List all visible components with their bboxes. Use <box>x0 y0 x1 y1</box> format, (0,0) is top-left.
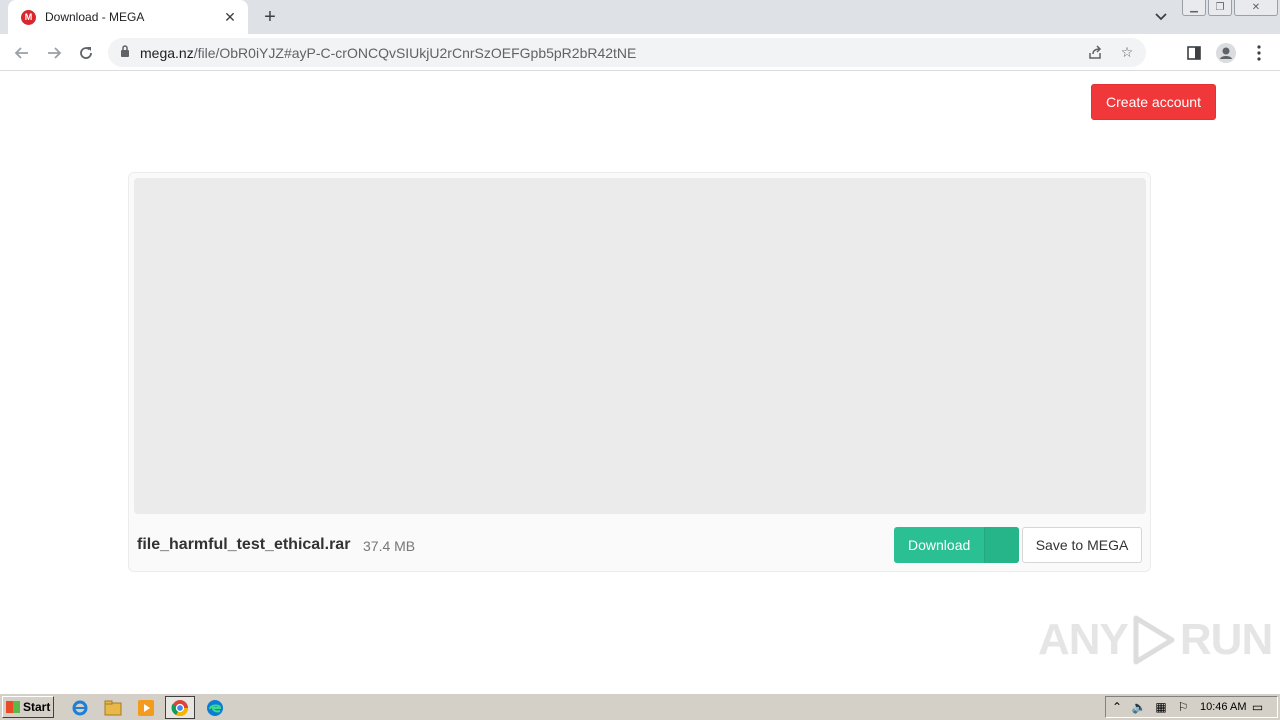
action-center-flag-icon[interactable]: ⚐ <box>1172 700 1194 714</box>
clock[interactable]: 10:46 AM <box>1200 701 1246 713</box>
address-bar[interactable]: mega.nz/file/ObR0iYJZ#ayP-C-crONCQvSIUkj… <box>108 38 1146 67</box>
windows-logo-icon <box>6 701 20 713</box>
side-panel-icon[interactable] <box>1181 40 1207 66</box>
lock-icon[interactable] <box>120 44 130 62</box>
tab-strip: M Download - MEGA ✕ + ▁ ❐ ✕ <box>0 0 1280 34</box>
save-to-mega-button[interactable]: Save to MEGA <box>1022 527 1142 563</box>
watermark-play-icon <box>1133 615 1175 665</box>
window-controls: ▁ ❐ ✕ <box>1182 0 1278 18</box>
chrome-taskbar-icon[interactable] <box>165 696 195 719</box>
file-preview-area <box>134 178 1146 514</box>
start-button[interactable]: Start <box>2 696 54 718</box>
forward-arrow-icon[interactable] <box>41 40 67 66</box>
network-icon[interactable]: ▦ <box>1150 700 1172 714</box>
window-close-icon[interactable]: ✕ <box>1234 0 1278 16</box>
url-host: mega.nz <box>140 44 194 61</box>
tab-title: Download - MEGA <box>45 10 145 24</box>
internet-explorer-icon[interactable] <box>70 698 90 718</box>
file-explorer-icon[interactable] <box>103 698 123 718</box>
minimize-icon[interactable]: ▁ <box>1182 0 1206 16</box>
create-account-button[interactable]: Create account <box>1091 84 1216 120</box>
bookmark-star-icon[interactable]: ☆ <box>1118 43 1136 61</box>
file-size: 37.4 MB <box>363 538 416 554</box>
file-card: file_harmful_test_ethical.rar 37.4 MB Do… <box>128 172 1151 572</box>
reload-icon[interactable] <box>73 40 99 66</box>
edge-icon[interactable] <box>205 698 225 718</box>
show-desktop-icon[interactable]: ▭ <box>1246 700 1268 714</box>
download-button[interactable]: Download <box>894 527 1019 563</box>
system-tray: ⌃ 🔈 ▦ ⚐ 10:46 AM ▭ <box>1105 696 1278 718</box>
menu-kebab-icon[interactable] <box>1246 40 1272 66</box>
back-arrow-icon[interactable] <box>9 40 35 66</box>
watermark-left-text: ANY <box>1038 615 1129 664</box>
watermark-right-text: RUN <box>1179 615 1273 664</box>
tab-mega-download[interactable]: M Download - MEGA ✕ <box>8 0 248 34</box>
taskbar: Start ⌃ 🔈 ▦ ⚐ 10:46 AM ▭ <box>0 693 1280 720</box>
download-label: Download <box>908 537 971 553</box>
anyrun-watermark: ANY RUN <box>1038 610 1273 670</box>
download-options-toggle[interactable] <box>984 527 1019 563</box>
volume-icon[interactable]: 🔈 <box>1128 700 1150 714</box>
browser-toolbar: mega.nz/file/ObR0iYJZ#ayP-C-crONCQvSIUkj… <box>0 34 1280 71</box>
tab-search-chevron-icon[interactable] <box>1150 6 1172 28</box>
tray-expand-icon[interactable]: ⌃ <box>1106 700 1128 714</box>
share-icon[interactable] <box>1086 43 1104 61</box>
mega-favicon-icon: M <box>21 9 36 25</box>
start-label: Start <box>23 700 51 714</box>
new-tab-icon[interactable]: + <box>258 5 282 29</box>
file-name: file_harmful_test_ethical.rar <box>137 536 351 553</box>
media-player-icon[interactable] <box>136 698 156 718</box>
url-path: /file/ObR0iYJZ#ayP-C-crONCQvSIUkjU2rCnrS… <box>193 44 637 61</box>
url-text: mega.nz/file/ObR0iYJZ#ayP-C-crONCQvSIUkj… <box>140 45 636 61</box>
restore-icon[interactable]: ❐ <box>1208 0 1232 16</box>
omnibox-actions: ☆ <box>1086 43 1136 61</box>
profile-avatar-icon[interactable] <box>1213 40 1239 66</box>
tab-close-icon[interactable]: ✕ <box>222 9 238 25</box>
